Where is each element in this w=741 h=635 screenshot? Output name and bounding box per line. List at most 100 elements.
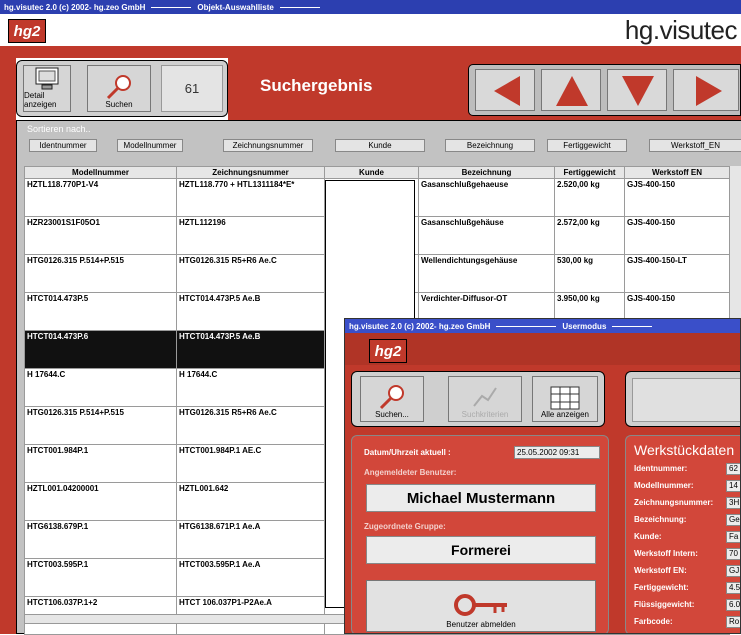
sort-werkstoff-button[interactable]: Werkstoff_EN [649,139,741,152]
table-cell: HZTL118.770 + HTL1311184*E* [176,178,325,217]
table-cell: HTCT014.473P.5 Ae.B [176,292,325,331]
arrow-right-icon [696,76,722,106]
arrow-down-icon [622,76,654,106]
user-window-title: hg.visutec 2.0 (c) 2002- hg.zeo GmbH [349,321,491,331]
sort-identnummer-button[interactable]: Identnummer [29,139,97,152]
detail-field-value: 70 [726,548,740,560]
table-cell: HTCT001.984P.1 AE.C [176,444,325,483]
details-panel: Werkstückdaten Identnummer: 62 Modellnumme… [625,435,740,633]
user-header-band: hg2 [345,333,740,365]
user-title-bar: hg.visutec 2.0 (c) 2002- hg.zeo GmbH Use… [345,319,740,333]
table-cell: HTCT014.473P.6 [24,330,177,369]
details-heading: Werkstückdaten [634,442,735,458]
detail-field-value: 4.5 [726,582,740,594]
left-frame [0,58,16,634]
table-cell: Gasanschlußgehaeuse [418,178,555,217]
group-label: Zugeordnete Gruppe: [364,522,446,531]
table-cell: HTG0126.315 R5+R6 Ae.C [176,406,325,445]
detail-field-label: Bezeichnung: [634,515,687,524]
main-window-subtitle: Objekt-Auswahlliste [197,2,274,12]
nav-panel [468,64,741,116]
table-cell: HTG0126.315 P.514+P.515 [24,406,177,445]
column-header[interactable]: Zeichnungsnummer [176,166,325,179]
detail-field-value: 3H [726,497,740,509]
detail-field-value: 6.0 [726,599,740,611]
user-toolbar-right-panel [625,371,740,427]
page-title: Suchergebnis [260,76,373,95]
table-cell: GJS-400-150-LT [624,254,730,293]
table-cell: HZTL001.04200001 [24,482,177,521]
show-all-label: Alle anzeigen [540,410,590,419]
sort-fertiggewicht-button[interactable]: Fertiggewicht [547,139,627,152]
datetime-field: 25.05.2002 09:31 [514,446,600,459]
column-header[interactable]: Bezeichnung [418,166,555,179]
search-button[interactable]: Suchen [87,65,151,112]
column-header[interactable]: Modellnummer [24,166,177,179]
search-button-label: Suchen [105,100,133,109]
logout-button[interactable]: Benutzer abmelden [366,580,596,632]
datetime-label: Datum/Uhrzeit aktuell : [364,448,451,457]
user-search-button[interactable]: Suchen... [360,376,424,422]
arrow-up-icon [556,76,588,106]
main-window-title: hg.visutec 2.0 (c) 2002- hg.zeo GmbH [4,2,146,12]
search-criteria-label: Suchkriterien [461,410,509,419]
user-label: Angemeldeter Benutzer: [364,468,457,477]
detail-field-value: Ro [726,616,740,628]
main-title-bar: hg.visutec 2.0 (c) 2002- hg.zeo GmbH Obj… [0,0,741,14]
nav-up-button[interactable] [541,69,601,111]
table-cell: HTG0126.315 P.514+P.515 [24,254,177,293]
table-cell: 530,00 kg [554,254,625,293]
column-header[interactable]: Fertiggewicht [554,166,625,179]
detail-field-label: Fertiggewicht: [634,583,689,592]
table-cell: 2.520,00 kg [554,178,625,217]
column-header[interactable]: Werkstoff EN [624,166,730,179]
sort-kunde-button[interactable]: Kunde [335,139,425,152]
magnifier-icon [379,385,404,410]
search-criteria-button: Suchkriterien [448,376,522,422]
table-cell: H 17644.C [176,368,325,407]
chart-line-icon [473,387,497,407]
user-hg2-logo: hg2 [369,339,407,363]
detail-field-label: Farbcode: [634,617,673,626]
nav-down-button[interactable] [607,69,667,111]
sort-modellnummer-button[interactable]: Modellnummer [117,139,183,152]
detail-field-label: Modellnummer: [634,481,694,490]
result-count: 61 [161,65,223,112]
sort-bezeichnung-button[interactable]: Bezeichnung [445,139,535,152]
table-cell: HTCT003.595P.1 Ae.A [176,558,325,597]
table-cell: HTG6138.679P.1 [24,520,177,559]
detail-field-value: Fa [726,531,740,543]
detail-field-value: 62 [726,463,740,475]
brand-header: hg2 hg.visutec [0,14,741,46]
table-cell: Wellendichtungsgehäuse [418,254,555,293]
sort-label: Sortieren nach.. [27,124,91,134]
detail-button[interactable]: Detail anzeigen [23,65,71,112]
table-cell: HZR23001S1F05O1 [24,216,177,255]
table-cell: HTG6138.671P.1 Ae.A [176,520,325,559]
detail-field-label: Identnummer: [634,464,688,473]
table-cell: HTCT003.595P.1 [24,558,177,597]
header-band [0,46,741,58]
table-cell: H 17644.C [24,368,177,407]
nav-left-button[interactable] [475,69,535,111]
show-all-button[interactable]: Alle anzeigen [532,376,598,422]
login-panel: Datum/Uhrzeit aktuell : 25.05.2002 09:31… [351,435,609,633]
toolbar-panel: Detail anzeigen Suchen 61 [16,60,228,117]
user-window-subtitle: Usermodus [562,321,607,331]
detail-field-value: Ge [726,514,740,526]
user-toolbar-slot [632,378,740,422]
table-cell: HTCT014.473P.5 [24,292,177,331]
table-cell: Gasanschlußgehäuse [418,216,555,255]
sort-zeichnungsnummer-button[interactable]: Zeichnungsnummer [223,139,313,152]
user-name-field: Michael Mustermann [366,484,596,512]
table-header-row: Modellnummer Zeichnungsnummer Kunde Beze… [24,166,730,179]
table-cell: HTCT014.473P.5 Ae.B [176,330,325,369]
magnifier-icon [106,75,131,100]
table-cell: GJS-400-150 [624,216,730,255]
column-header[interactable]: Kunde [324,166,419,179]
table-cell: 2.572,00 kg [554,216,625,255]
detail-field-value: 14 [726,480,740,492]
nav-right-button[interactable] [673,69,739,111]
user-search-label: Suchen... [375,410,409,419]
key-icon [454,594,507,616]
